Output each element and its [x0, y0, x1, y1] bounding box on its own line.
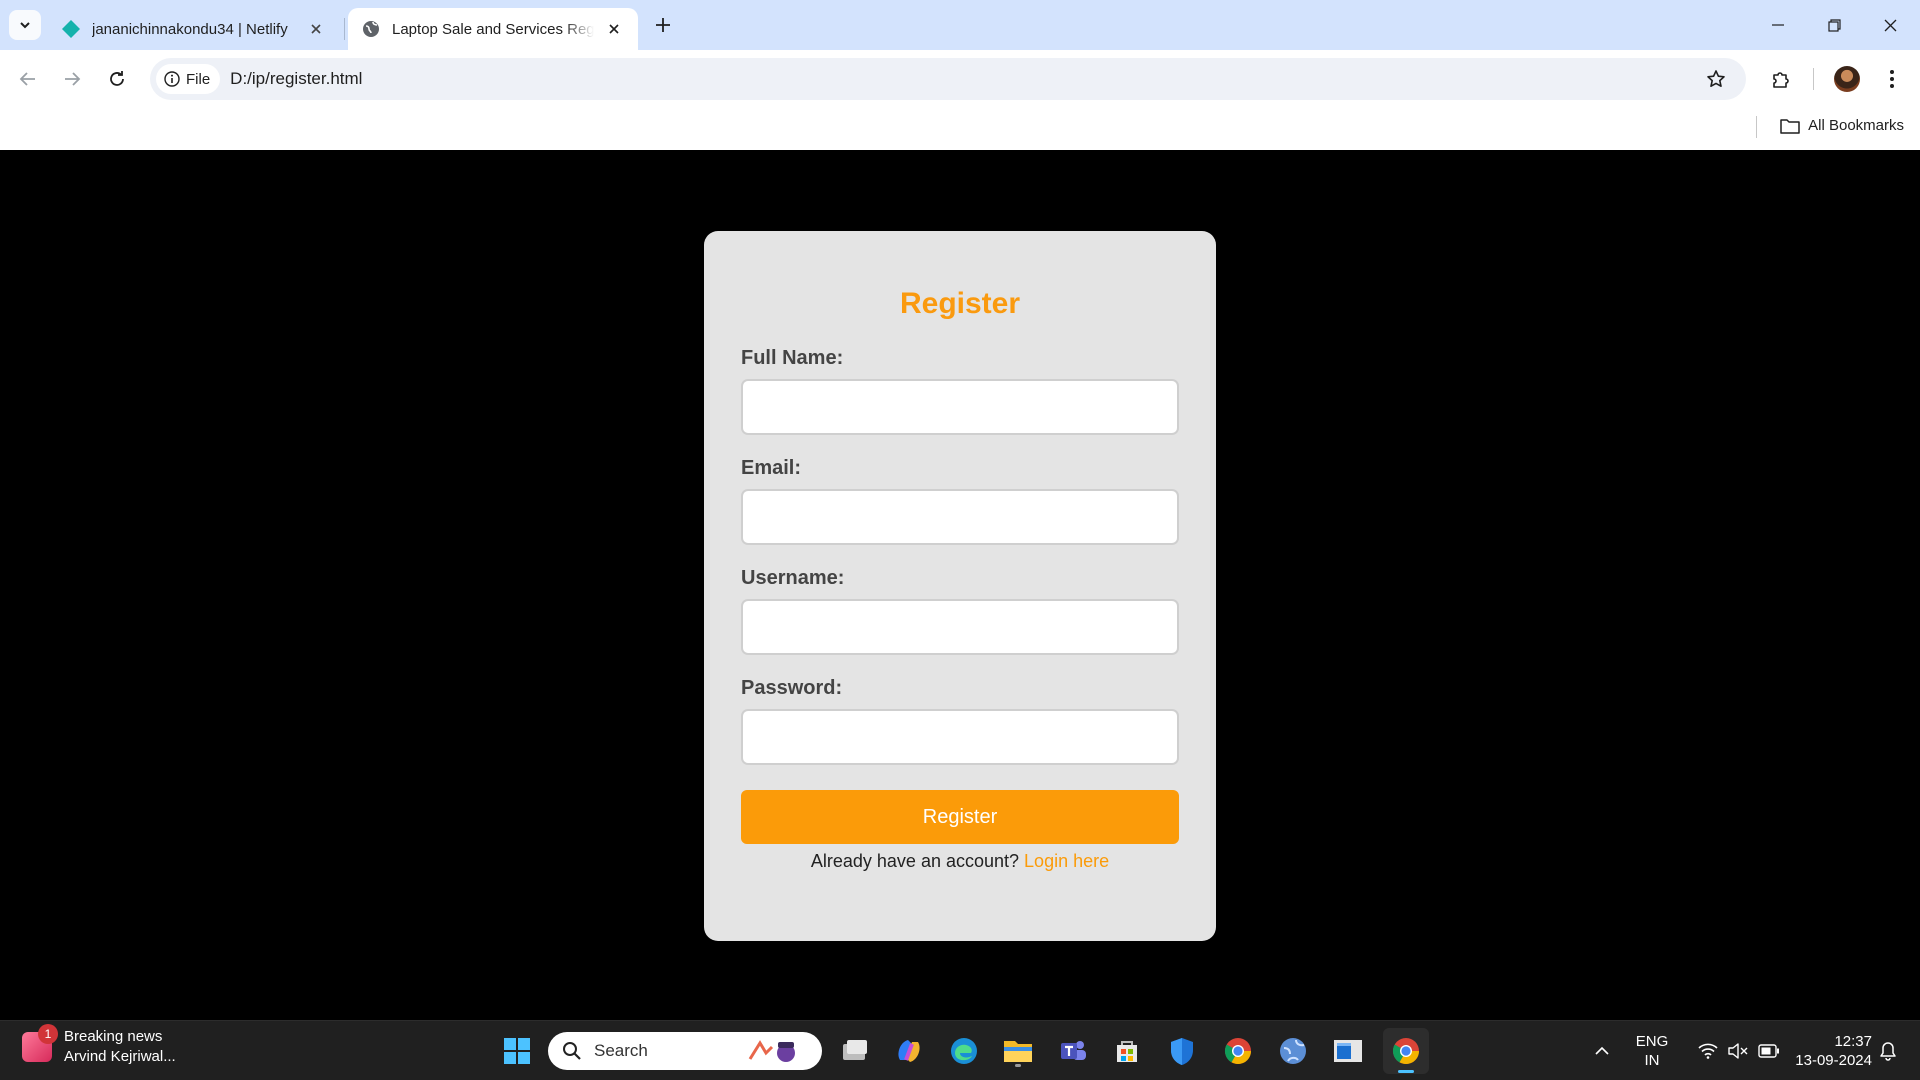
close-window-button[interactable] — [1862, 0, 1918, 50]
email-label: Email: — [741, 457, 802, 479]
active-indicator — [1398, 1070, 1414, 1073]
start-button[interactable] — [497, 1031, 537, 1071]
address-bar[interactable]: File D:/ip/register.html — [150, 58, 1746, 100]
notification-badge: 1 — [38, 1024, 58, 1044]
page-viewport: Register Full Name: Email: Username: Pas… — [0, 150, 1920, 1020]
login-prompt-line: Already have an account? Login here — [741, 851, 1179, 872]
wifi-icon — [1698, 1043, 1718, 1059]
page-title: Register — [899, 287, 1021, 320]
bell-icon — [1880, 1042, 1896, 1061]
search-icon — [563, 1042, 581, 1060]
tab-register[interactable]: Laptop Sale and Services Registration — [348, 8, 638, 50]
avatar — [1834, 66, 1860, 92]
reload-icon — [110, 71, 124, 86]
username-input[interactable] — [741, 599, 1179, 655]
tab-title: Laptop Sale and Services Registration — [392, 20, 594, 38]
forward-button[interactable] — [56, 63, 88, 95]
clock-time: 12:37 — [1834, 1033, 1872, 1050]
star-icon — [1707, 70, 1725, 87]
language-secondary: IN — [1644, 1052, 1660, 1069]
notifications-button[interactable] — [1872, 1021, 1904, 1080]
language-primary: ENG — [1635, 1033, 1669, 1050]
chevron-down-icon — [20, 22, 30, 29]
info-icon — [164, 71, 180, 87]
news-subtitle: Arvind Kejriwal... — [64, 1048, 176, 1065]
tab-strip: jananichinnakondu34 | Netlify Laptop Sal… — [0, 0, 1920, 50]
show-hidden-icons-button[interactable] — [1586, 1021, 1618, 1080]
chevron-up-icon — [1595, 1046, 1609, 1055]
arrow-right-icon — [65, 72, 81, 86]
taskbar: 1 Breaking news Arvind Kejriwal... Searc… — [0, 1020, 1920, 1080]
restore-button[interactable] — [1806, 0, 1862, 50]
news-title: Breaking news — [64, 1028, 163, 1045]
all-bookmarks-button[interactable]: All Bookmarks — [1780, 117, 1904, 134]
bookmark-star-button[interactable] — [1704, 67, 1728, 91]
all-bookmarks-label: All Bookmarks — [1808, 117, 1904, 134]
file-explorer-icon[interactable] — [998, 1031, 1038, 1071]
chrome-icon[interactable] — [1218, 1031, 1258, 1071]
login-link[interactable]: Login here — [1024, 851, 1109, 871]
puzzle-icon — [1773, 72, 1789, 88]
chrome-active-window[interactable] — [1383, 1028, 1429, 1074]
email-input[interactable] — [741, 489, 1179, 545]
remote-desktop-icon[interactable] — [1328, 1031, 1368, 1071]
site-info-label: File — [186, 70, 211, 88]
tab-title: jananichinnakondu34 | Netlify — [92, 20, 288, 38]
news-icon: 1 — [22, 1024, 58, 1062]
register-card: Register Full Name: Email: Username: Pas… — [704, 231, 1216, 941]
security-shield-icon[interactable] — [1162, 1031, 1202, 1071]
taskbar-search[interactable]: Search — [548, 1032, 822, 1070]
tab-search-button[interactable] — [9, 10, 41, 40]
microsoft-store-icon[interactable] — [1107, 1031, 1147, 1071]
url-text[interactable]: D:/ip/register.html — [230, 69, 362, 89]
menu-button[interactable] — [1876, 63, 1908, 95]
running-indicator — [1015, 1064, 1021, 1067]
folder-icon — [1780, 118, 1800, 134]
tab-netlify[interactable]: jananichinnakondu34 | Netlify — [50, 8, 340, 50]
netlify-icon — [60, 18, 82, 40]
register-button[interactable]: Register — [741, 790, 1179, 844]
password-label: Password: — [741, 677, 843, 699]
extensions-button[interactable] — [1765, 63, 1797, 95]
password-input[interactable] — [741, 709, 1179, 765]
close-icon[interactable] — [602, 17, 626, 41]
clock[interactable]: 12:37 13-09-2024 — [1776, 1021, 1872, 1080]
full-name-input[interactable] — [741, 379, 1179, 435]
site-info-chip[interactable]: File — [156, 64, 221, 94]
plus-icon — [656, 18, 670, 32]
browser-toolbar: File D:/ip/register.html — [0, 50, 1920, 108]
login-prompt-text: Already have an account? — [810, 851, 1020, 871]
username-label: Username: — [741, 567, 845, 589]
reload-button[interactable] — [101, 63, 133, 95]
speaker-muted-icon — [1728, 1043, 1748, 1059]
globe-icon — [360, 18, 382, 40]
search-highlight-icon — [746, 1037, 814, 1065]
clock-date: 13-09-2024 — [1795, 1052, 1872, 1069]
close-icon[interactable] — [304, 17, 328, 41]
language-indicator[interactable]: ENG IN — [1626, 1021, 1678, 1080]
chrome-icon — [1392, 1038, 1420, 1065]
search-placeholder: Search — [594, 1041, 648, 1060]
minimize-button[interactable] — [1750, 0, 1806, 50]
network-globe-icon[interactable] — [1273, 1031, 1313, 1071]
bookmarks-divider — [1756, 116, 1757, 138]
tab-divider — [344, 18, 345, 40]
new-tab-button[interactable] — [650, 12, 676, 38]
profile-button[interactable] — [1831, 63, 1863, 95]
more-vertical-icon — [1890, 70, 1894, 88]
news-widget[interactable]: 1 Breaking news Arvind Kejriwal... — [22, 1024, 176, 1067]
task-view-icon[interactable] — [835, 1031, 875, 1071]
restore-icon — [1827, 18, 1841, 32]
windows-logo-icon — [504, 1038, 530, 1064]
full-name-label: Full Name: — [741, 347, 844, 369]
close-icon — [1884, 19, 1896, 31]
minimize-icon — [1772, 24, 1784, 26]
teams-icon[interactable] — [1053, 1031, 1093, 1071]
arrow-left-icon — [19, 72, 35, 86]
bookmarks-bar: All Bookmarks — [0, 108, 1920, 150]
copilot-icon[interactable] — [889, 1031, 929, 1071]
toolbar-divider — [1813, 68, 1814, 90]
back-button[interactable] — [12, 63, 44, 95]
edge-icon[interactable] — [944, 1031, 984, 1071]
